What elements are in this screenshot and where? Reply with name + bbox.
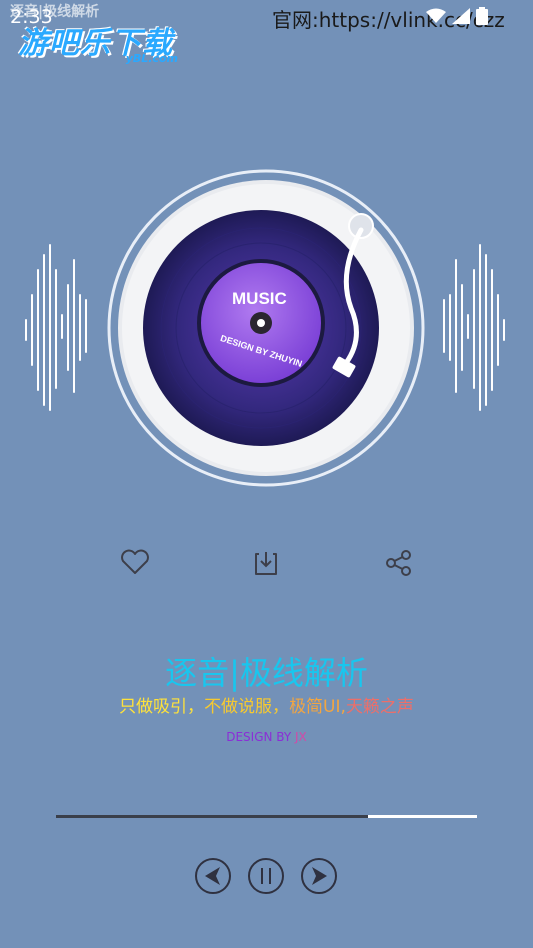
download-icon[interactable] (249, 545, 283, 579)
vinyl-record[interactable]: MUSIC DESIGN BY ZHUYIN (106, 168, 426, 488)
prev-icon[interactable] (194, 857, 232, 895)
pause-icon[interactable] (247, 857, 285, 895)
battery-icon (476, 7, 488, 25)
design-credit-name: JX (295, 730, 307, 744)
slogan-part-1: 只做吸引， (119, 697, 205, 717)
song-title: 逐音|极线解析 (165, 654, 368, 692)
wifi-icon (426, 8, 446, 23)
slogan-part-3: 极简UI, (289, 697, 346, 717)
status-icons (426, 7, 488, 25)
heart-icon[interactable] (118, 545, 152, 579)
next-icon[interactable] (300, 857, 338, 895)
watermark-domain: yBL.com (125, 52, 178, 65)
sound-wave-left (25, 244, 87, 411)
watermark-logo: 游吧乐下载 yBL.com (18, 18, 188, 66)
design-credit-prefix: DESIGN BY (226, 730, 296, 744)
slogan: 只做吸引，不做说服，极简UI,天籁之声 (0, 692, 533, 717)
slogan-part-2: 不做说服， (204, 697, 290, 717)
share-icon[interactable] (382, 545, 416, 579)
sound-wave-right (443, 244, 505, 411)
record-label-title: MUSIC (232, 289, 287, 308)
signal-icon (452, 8, 470, 24)
design-credit: DESIGN BY JX (0, 730, 533, 744)
slogan-part-4: 天籁之声 (345, 697, 414, 717)
vinyl-record-graphic: MUSIC DESIGN BY ZHUYIN (107, 169, 425, 487)
progress-fill (56, 815, 368, 818)
progress-bar[interactable] (56, 815, 477, 818)
action-bar (0, 545, 533, 585)
